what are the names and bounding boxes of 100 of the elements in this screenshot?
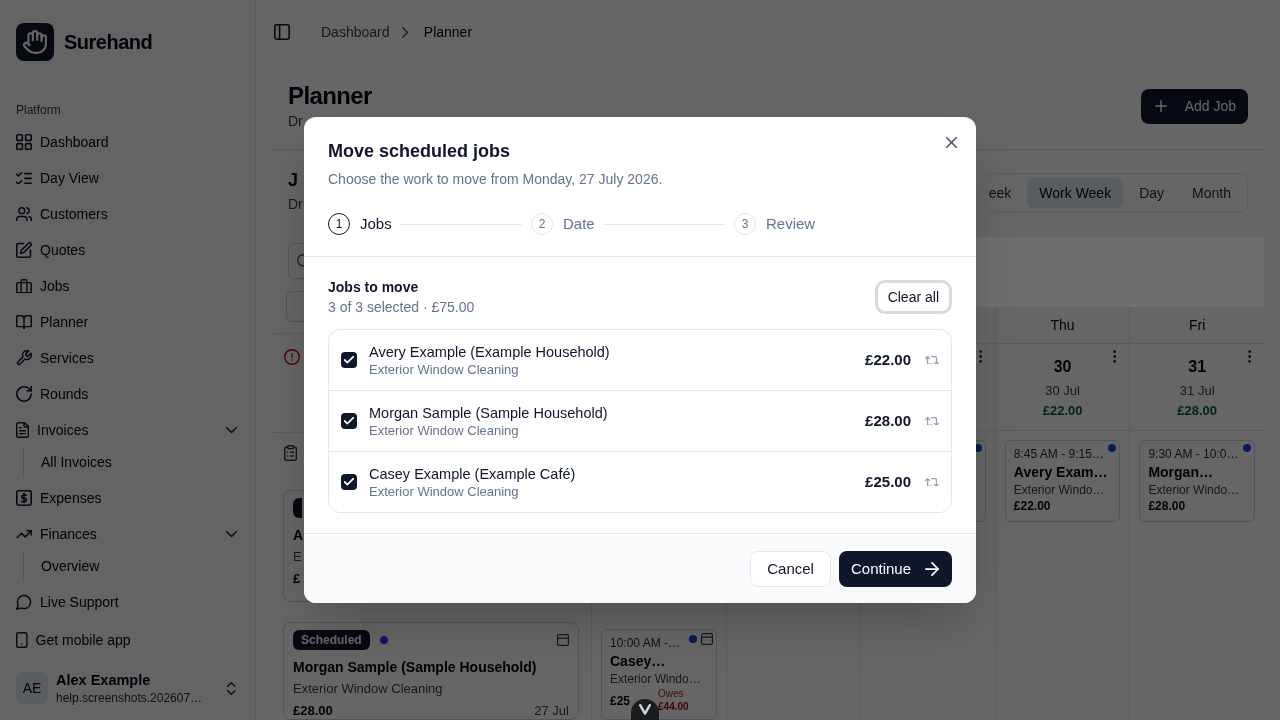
breadcrumb-current: Planner [423, 23, 473, 42]
status-badge: Scheduled [293, 630, 370, 650]
balance-amount: £44.00 [658, 700, 689, 714]
step-label: Date [563, 213, 595, 234]
continue-button[interactable]: Continue [838, 551, 952, 587]
job-name: Morgan Sample (Sample Household) [369, 404, 608, 423]
event-service: Exterior Windo… [610, 671, 701, 687]
sidebar-subitem[interactable]: Overview [33, 552, 247, 580]
alert-icon [284, 349, 300, 365]
clear-all-button[interactable]: Clear all [874, 280, 952, 314]
event-price: £25 [610, 692, 631, 709]
sidebar-item[interactable]: Day View [8, 162, 247, 194]
checkbox[interactable] [341, 474, 357, 490]
event-name: Morgan… [1148, 463, 1213, 482]
event-time: 9:30 AM - 10:0… [1148, 446, 1239, 462]
job-service: E [293, 549, 302, 565]
panel-description: Dr [288, 195, 303, 214]
user-email: help.screenshots.202607… [56, 690, 203, 706]
chevrons-up-down-icon[interactable] [227, 681, 236, 695]
day-number: 31 [1188, 357, 1207, 377]
event-name: Casey… [610, 652, 666, 671]
job-price: £25.00 [865, 471, 911, 492]
view-tab[interactable]: Month [1180, 178, 1243, 208]
check-icon [344, 478, 354, 486]
day-date: 30 Jul [1045, 383, 1080, 399]
pen-square-icon [16, 242, 32, 258]
job-date: 27 Jul [534, 703, 569, 719]
user-name: Alex Example [56, 671, 151, 690]
panel-title: J [288, 169, 298, 192]
event-price: £28.00 [1148, 498, 1186, 514]
sidebar-item[interactable]: Customers [8, 198, 247, 230]
wrench-icon [16, 350, 32, 366]
balance-label: Owes [658, 687, 684, 700]
sidebar-item[interactable]: Jobs [8, 270, 247, 302]
checkbox[interactable] [341, 413, 357, 429]
job-service: Exterior Window Cleaning [369, 423, 519, 439]
job-price: £ [293, 571, 301, 587]
kebab-menu-icon[interactable] [1113, 350, 1117, 363]
day-name: Fri [1189, 316, 1206, 335]
dialog-description: Choose the work to move from Monday, 27 July 2026. [328, 170, 663, 189]
event-time: 10:00 AM -… [610, 635, 681, 651]
kebab-menu-icon[interactable] [978, 350, 982, 363]
job-service: Exterior Window Cleaning [369, 362, 519, 378]
job-service: Exterior Window Cleaning [369, 484, 519, 500]
add-job-button[interactable]: Add Job [1140, 88, 1248, 124]
clipboard-icon [284, 445, 298, 461]
section-title: Jobs to move [328, 278, 419, 297]
logo-icon [16, 23, 54, 61]
view-tab[interactable]: Work Week [1027, 178, 1124, 208]
sidebar-item[interactable]: Dashboard [8, 126, 247, 158]
day-date: 31 Jul [1179, 383, 1215, 399]
step-label: Review [766, 213, 816, 234]
event-name: Avery Exam… [1013, 463, 1108, 482]
kebab-menu-icon[interactable] [1247, 350, 1251, 363]
checkbox[interactable] [341, 352, 357, 368]
phone-icon [16, 632, 28, 648]
cancel-button[interactable]: Cancel [750, 551, 831, 587]
grid-icon [16, 134, 32, 150]
arrow-right-icon [925, 562, 939, 576]
day-name: Thu [1050, 316, 1075, 335]
job-name: Morgan Sample (Sample Household) [293, 658, 537, 677]
refresh-icon [16, 386, 32, 402]
chat-bubble-icon [16, 594, 32, 610]
book-icon [16, 314, 32, 330]
close-icon [945, 136, 957, 148]
view-tab[interactable]: eek [988, 178, 1024, 208]
event-time: 8:45 AM - 9:15… [1013, 446, 1104, 462]
step-label: Jobs [360, 213, 392, 234]
sidebar-item[interactable]: Quotes [8, 234, 247, 266]
sidebar-item[interactable]: Finances [8, 518, 247, 550]
day-total: £28.00 [1177, 403, 1218, 419]
day-total: £22.00 [1042, 403, 1083, 419]
breadcrumb-link[interactable]: Dashboard [321, 22, 390, 42]
sidebar-item[interactable]: Invoices [8, 414, 247, 446]
sidebar-toggle-icon[interactable] [274, 24, 290, 40]
job-price: £22.00 [865, 349, 911, 370]
sidebar-item[interactable]: Services [8, 342, 247, 374]
sidebar-subitem[interactable]: All Invoices [33, 448, 247, 476]
trend-up-icon [16, 529, 32, 539]
document-icon [16, 422, 30, 438]
chevron-down-icon [639, 704, 651, 715]
sidebar-item[interactable]: Planner [8, 306, 247, 338]
mobile-app-link[interactable]: Get mobile app [8, 624, 247, 656]
job-price: £28.00 [293, 703, 333, 719]
checklist-icon [16, 171, 32, 185]
avatar: AE [16, 672, 48, 704]
job-name: Casey Example (Example Café) [369, 465, 576, 484]
job-service: Exterior Window Cleaning [293, 681, 443, 697]
job-name: A [293, 526, 304, 545]
day-number: 30 [1053, 357, 1072, 377]
job-name: Avery Example (Example Household) [369, 343, 610, 362]
page-description: Dr [288, 112, 303, 131]
plus-icon [1154, 100, 1167, 112]
chevron-right-icon [401, 26, 408, 38]
sidebar-item[interactable]: Rounds [8, 378, 247, 410]
job-price: £28.00 [865, 410, 911, 431]
sidebar-item[interactable]: Live Support [8, 586, 247, 618]
users-icon [16, 206, 32, 222]
view-tab[interactable]: Day [1127, 178, 1177, 208]
sidebar-item[interactable]: Expenses [8, 482, 247, 514]
